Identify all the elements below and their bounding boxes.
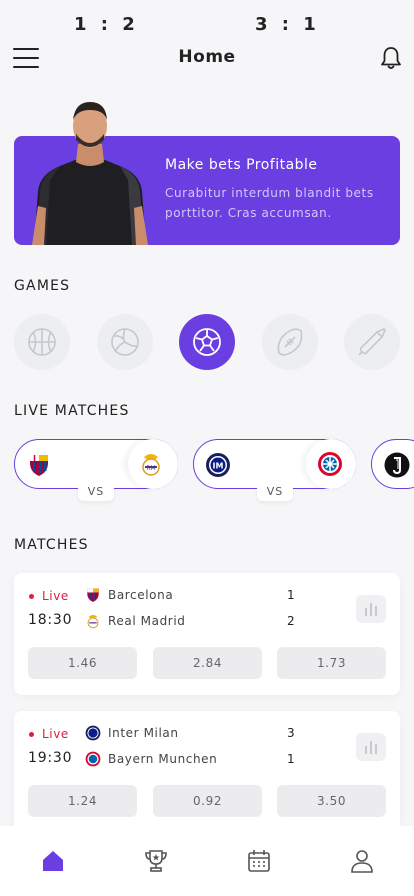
odd-away-button[interactable]: 3.50 bbox=[277, 785, 386, 817]
profile-icon bbox=[351, 850, 373, 873]
bayern-munchen-crest-icon bbox=[318, 452, 342, 476]
vs-badge: VS bbox=[257, 483, 293, 501]
bar-chart-icon bbox=[365, 603, 377, 616]
badminton-shuttlecock-icon bbox=[358, 328, 386, 356]
odd-draw-button[interactable]: 0.92 bbox=[153, 785, 262, 817]
bar-chart-icon bbox=[365, 741, 377, 754]
live-score: 3 : 1 bbox=[255, 14, 320, 35]
game-volleyball[interactable] bbox=[97, 314, 153, 370]
soccer-ball-icon bbox=[193, 328, 221, 356]
live-status: Live bbox=[42, 727, 69, 741]
bottom-tab-bar bbox=[0, 826, 414, 896]
stats-button[interactable] bbox=[356, 733, 386, 761]
match-time: 18:30 bbox=[28, 612, 73, 628]
away-team-name: Real Madrid bbox=[108, 614, 186, 628]
banner-title: Make bets Profitable bbox=[165, 157, 318, 173]
svg-text:IM: IM bbox=[213, 462, 224, 471]
real-madrid-crest-icon bbox=[87, 614, 99, 629]
odd-away-button[interactable]: 1.73 bbox=[277, 647, 386, 679]
inter-milan-crest-icon bbox=[85, 725, 101, 741]
real-madrid-crest-icon: RM bbox=[142, 454, 160, 476]
odd-draw-button[interactable]: 2.84 bbox=[153, 647, 262, 679]
inter-milan-crest-icon: IM bbox=[206, 453, 230, 477]
home-team-score: 1 bbox=[287, 588, 295, 602]
bayern-munchen-crest-icon bbox=[85, 751, 101, 767]
match-time: 19:30 bbox=[28, 750, 73, 766]
trophy-icon bbox=[145, 850, 167, 872]
match-card[interactable]: Live 19:30 Inter Milan 3 Bayern Munchen … bbox=[14, 711, 400, 833]
match-card[interactable]: Live 18:30 Barcelona 1 Real Madrid 2 1.4… bbox=[14, 573, 400, 695]
barcelona-crest-icon bbox=[87, 588, 99, 602]
juventus-crest-icon bbox=[384, 452, 410, 478]
game-american-football[interactable] bbox=[262, 314, 318, 370]
home-team-score: 3 bbox=[287, 726, 295, 740]
away-team-score: 2 bbox=[287, 614, 295, 628]
calendar-icon bbox=[248, 850, 270, 872]
home-team-name: Inter Milan bbox=[108, 726, 179, 740]
away-team-score: 1 bbox=[287, 752, 295, 766]
banner-text: Curabitur interdum blandit bets porttito… bbox=[165, 186, 374, 220]
tab-calendar[interactable] bbox=[246, 848, 272, 874]
tab-leaderboard[interactable] bbox=[143, 848, 169, 874]
live-dot bbox=[29, 594, 34, 599]
barcelona-crest-icon bbox=[30, 455, 48, 476]
vs-badge: VS bbox=[78, 483, 114, 501]
volleyball-icon bbox=[111, 328, 139, 356]
games-section-title: GAMES bbox=[14, 278, 71, 294]
basketball-icon bbox=[28, 328, 56, 356]
matches-section-title: MATCHES bbox=[14, 537, 89, 553]
page-title: Home bbox=[178, 47, 236, 67]
player-image bbox=[32, 102, 148, 245]
game-basketball[interactable] bbox=[14, 314, 70, 370]
notifications-button[interactable] bbox=[380, 46, 402, 70]
game-badminton[interactable] bbox=[344, 314, 400, 370]
bell-icon bbox=[381, 47, 401, 69]
home-icon bbox=[43, 851, 63, 871]
svg-text:RM: RM bbox=[146, 465, 155, 472]
live-score: 1 : 2 bbox=[74, 14, 139, 35]
odd-home-button[interactable]: 1.46 bbox=[28, 647, 137, 679]
tab-profile[interactable] bbox=[349, 848, 375, 874]
game-soccer[interactable] bbox=[179, 314, 235, 370]
away-team-name: Bayern Munchen bbox=[108, 752, 218, 766]
stats-button[interactable] bbox=[356, 595, 386, 623]
live-matches-section-title: LIVE MATCHES bbox=[14, 403, 130, 419]
live-dot bbox=[29, 732, 34, 737]
live-status: Live bbox=[42, 589, 69, 603]
odd-home-button[interactable]: 1.24 bbox=[28, 785, 137, 817]
american-football-icon bbox=[277, 328, 303, 356]
tab-home[interactable] bbox=[40, 848, 66, 874]
home-team-name: Barcelona bbox=[108, 588, 174, 602]
